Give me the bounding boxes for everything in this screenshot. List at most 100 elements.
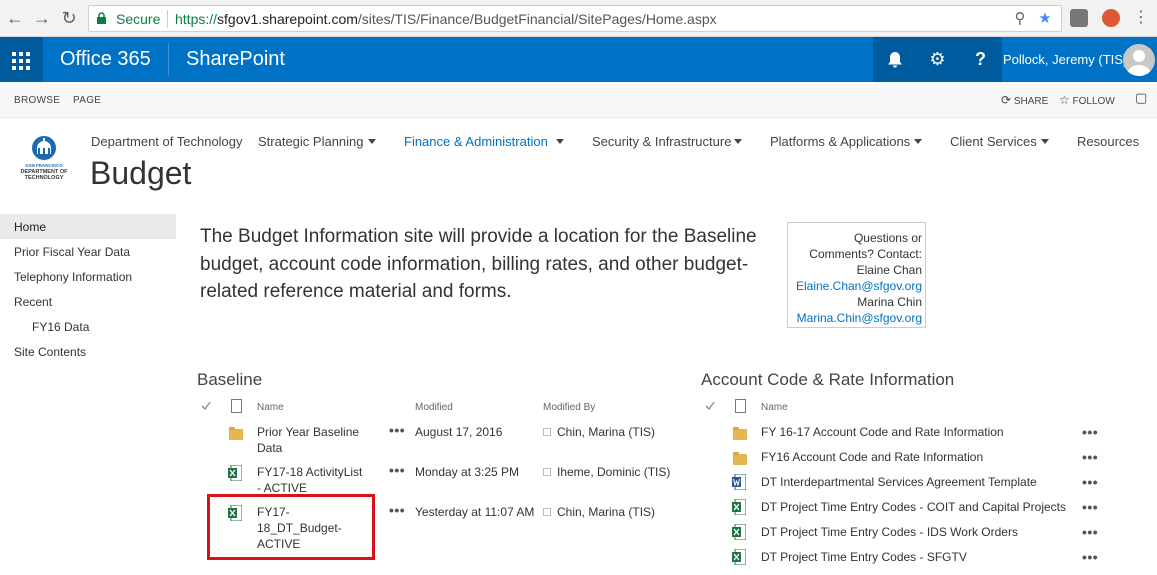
row-menu-ellipsis-icon[interactable]: ••• [1082,424,1098,440]
contact-email-link[interactable]: Elaine.Chan@sfgov.org [796,279,922,293]
tab-browse[interactable]: BROWSE [14,95,60,106]
column-header-name[interactable]: Name [257,402,284,413]
person-icon [1127,50,1151,76]
baseline-title[interactable]: Baseline [197,370,262,390]
topnav-department-of-technology[interactable]: Department of Technology [91,134,243,149]
avatar[interactable] [1123,44,1155,76]
table-row-name[interactable]: FY17-18 ActivityList - ACTIVE [257,464,387,496]
forward-icon[interactable]: → [31,7,53,29]
chevron-down-icon[interactable] [914,139,922,144]
list-item[interactable]: DT Interdepartmental Services Agreement … [761,474,1037,490]
chevron-down-icon[interactable] [734,139,742,144]
topnav-finance-administration[interactable]: Finance & Administration [404,134,548,149]
contact-email-link[interactable]: Marina.Chin@sfgov.org [797,311,922,325]
suite-bar: Office 365 SharePoint ⚙ ? Pollock, Jerem… [0,37,1157,82]
help-button[interactable]: ? [959,37,1002,82]
row-menu-ellipsis-icon[interactable]: ••• [1082,449,1098,465]
word-icon [732,474,746,490]
url-text[interactable]: https://sfgov1.sharepoint.com/sites/TIS/… [175,11,717,27]
excel-icon [732,549,746,565]
help-icon: ? [975,49,986,69]
presence-icon [543,468,551,476]
folder-icon [229,427,243,440]
left-nav-fy16-data[interactable]: FY16 Data [32,320,89,334]
site-logo[interactable]: SAN FRANCISCO DEPARTMENT OF TECHNOLOGY [16,134,72,186]
extension-icon[interactable] [1070,9,1088,27]
list-item[interactable]: FY 16-17 Account Code and Rate Informati… [761,424,1004,440]
svg-text:SAN FRANCISCO: SAN FRANCISCO [25,163,63,168]
share-button[interactable]: ⟳ SHARE [1001,93,1048,107]
folder-icon [733,427,747,440]
row-menu-ellipsis-icon[interactable]: ••• [1082,499,1098,515]
settings-button[interactable]: ⚙ [916,37,959,82]
contact-name1: Elaine Chan [856,263,922,277]
city-hall-logo-icon: SAN FRANCISCO DEPARTMENT OF TECHNOLOGY [21,136,68,181]
share-icon: ⟳ [1001,93,1012,107]
address-divider [167,10,168,28]
bell-icon [887,52,902,68]
focus-mode-icon[interactable]: ▢ [1135,90,1147,106]
reload-icon[interactable]: ↻ [58,7,80,29]
row-menu-ellipsis-icon[interactable]: ••• [1082,474,1098,490]
topnav-client-services[interactable]: Client Services [950,134,1037,149]
folder-icon [733,452,747,465]
zoom-icon[interactable]: ⚲ [1011,10,1029,28]
highlight-box [207,494,375,560]
user-name[interactable]: Pollock, Jeremy (TIS) [1003,52,1127,67]
row-menu-ellipsis-icon[interactable]: ••• [389,462,405,478]
table-cell-modified-by[interactable]: Chin, Marina (TIS) [557,504,655,520]
document-type-icon [735,399,746,413]
notifications-button[interactable] [873,37,916,82]
table-cell-modified-by[interactable]: Iheme, Dominic (TIS) [557,464,670,480]
column-header-name[interactable]: Name [761,402,788,413]
checkmark-icon[interactable] [705,401,715,411]
row-menu-ellipsis-icon[interactable]: ••• [389,502,405,518]
row-menu-ellipsis-icon[interactable]: ••• [1082,524,1098,540]
list-item[interactable]: DT Project Time Entry Codes - COIT and C… [761,499,1066,515]
list-item[interactable]: DT Project Time Entry Codes - IDS Work O… [761,524,1018,540]
sharepoint-app-name[interactable]: SharePoint [186,48,285,71]
back-icon[interactable]: ← [4,7,26,29]
ribbon: BROWSE PAGE ⟳ SHARE ☆ FOLLOW ▢ [0,82,1157,118]
column-header-modified[interactable]: Modified [415,402,453,413]
waffle-icon[interactable] [0,37,43,82]
follow-button[interactable]: ☆ FOLLOW [1059,93,1115,107]
table-cell-modified: Monday at 3:25 PM [415,465,520,479]
chevron-down-icon[interactable] [368,139,376,144]
address-bar[interactable]: Secure https://sfgov1.sharepoint.com/sit… [88,5,1062,32]
column-header-modified-by[interactable]: Modified By [543,402,595,413]
browser-toolbar: ← → ↻ Secure https://sfgov1.sharepoint.c… [0,0,1157,37]
page-title[interactable]: Budget [90,155,191,192]
row-menu-ellipsis-icon[interactable]: ••• [389,422,405,438]
left-nav-telephony-information[interactable]: Telephony Information [14,270,132,284]
contact-line2: Comments? Contact: [809,247,922,261]
left-nav-recent: Recent [14,295,53,309]
left-nav-site-contents[interactable]: Site Contents [14,345,86,359]
menu-kebab-icon[interactable]: ⋮ [1130,7,1152,29]
table-row-name[interactable]: Prior Year Baseline Data [257,424,387,456]
office365-brand[interactable]: Office 365 [60,48,151,71]
topnav-platforms-applications[interactable]: Platforms & Applications [770,134,910,149]
tab-page[interactable]: PAGE [73,95,101,106]
left-nav-prior-fiscal-year-data[interactable]: Prior Fiscal Year Data [14,245,130,259]
checkmark-icon[interactable] [201,401,211,411]
account-code-title[interactable]: Account Code & Rate Information [701,370,954,390]
duckduckgo-extension-icon[interactable] [1102,9,1120,27]
contact-line1: Questions or [853,231,922,245]
topnav-security-infrastructure[interactable]: Security & Infrastructure [592,134,731,149]
contact-name2: Marina Chin [857,295,922,309]
topnav-resources[interactable]: Resources [1077,134,1139,149]
bookmark-star-icon[interactable]: ★ [1036,10,1054,28]
chevron-down-icon[interactable] [1041,139,1049,144]
topnav-strategic-planning[interactable]: Strategic Planning [258,134,364,149]
list-item[interactable]: DT Project Time Entry Codes - SFGTV [761,549,967,565]
gear-icon: ⚙ [929,49,946,69]
left-nav-home[interactable]: Home [14,220,46,234]
lock-icon [97,12,106,24]
suite-divider [168,43,169,76]
intro-text: The Budget Information site will provide… [200,226,757,302]
chevron-down-icon[interactable] [556,139,564,144]
table-cell-modified-by[interactable]: Chin, Marina (TIS) [557,424,655,440]
row-menu-ellipsis-icon[interactable]: ••• [1082,549,1098,565]
list-item[interactable]: FY16 Account Code and Rate Information [761,449,983,465]
